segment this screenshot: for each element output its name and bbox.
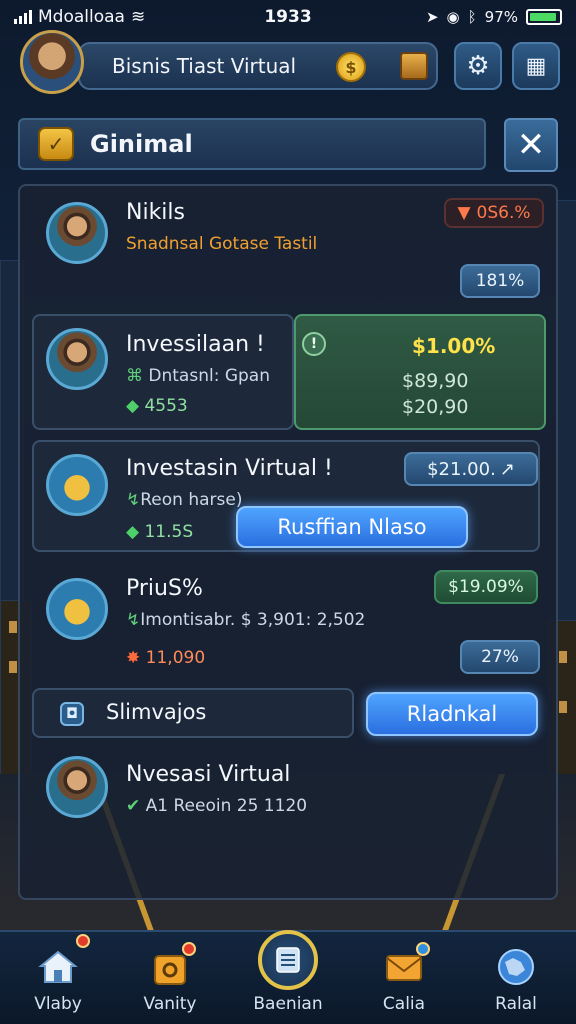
percent-value: 181% [475,271,525,291]
profit-rate: $1.00% [412,334,496,358]
nav-label: Vlaby [34,994,82,1014]
close-icon: ✕ [516,125,546,165]
profit-value-1: $89,90 [402,370,469,392]
row-title: Nikils [126,200,185,225]
battery-icon [526,9,562,25]
leaf-icon: ↯ [126,490,141,510]
change-badge: ▼ 0S6.% [444,198,544,228]
nav-label: Vanity [143,994,197,1014]
price-value: $21.00. [427,458,496,480]
info-icon: ! [302,332,326,356]
row-title: Investasin Virtual ! [126,456,333,481]
row-subtitle: ✔ A1 Reeoin 25 1120 [126,796,308,816]
check-icon: ✔ [126,796,146,816]
coins-avatar [46,454,108,516]
arrow-down-icon: ▼ [457,203,471,223]
nav-item-vanity[interactable]: Vanity [120,932,220,1024]
row-subtitle: ↯Reon harse) [126,490,243,510]
business-title: Bisnis Tiast Virtual [112,54,297,78]
row-title: Slimvajos [106,700,207,724]
nav-label: Baenian [253,994,323,1014]
document-icon [276,947,300,973]
trend-up-icon: ↗ [499,458,515,480]
menu-grid-button[interactable]: ▦ [512,42,560,90]
gem-icon: ◆ [126,522,145,542]
action-button[interactable]: Rusffian Nlaso [236,506,468,548]
percent-badge: 181% [460,264,540,298]
wifi-icon: ≋ [130,7,146,27]
alarm-icon: ◉ [446,8,460,26]
change-value: 0S6.% [476,203,531,223]
coin-icon[interactable]: $ [336,52,366,82]
nav-item-home[interactable]: Vlaby [8,932,108,1024]
gear-icon: ⚙ [466,51,490,81]
clock: 1933 [264,7,312,27]
notification-dot [182,942,196,956]
avatar [46,756,108,818]
globe-icon [498,949,534,985]
row-title: Nvesasi Virtual [126,762,291,787]
gem-icon: ◆ [126,396,145,416]
avatar [46,202,108,264]
nav-label: Ralal [495,994,537,1014]
price-button[interactable]: $21.00. ↗ [404,452,538,486]
coins-avatar [46,578,108,640]
row-subtitle: ↯Imontisabr. $ 3,901: 2,502 [126,610,366,630]
panel-title: Ginimal [90,130,193,158]
player-avatar[interactable] [20,30,84,94]
home-icon [38,950,78,983]
location-icon: ➤ [425,8,439,26]
bluetooth-icon: ᛒ [467,8,477,26]
signal-icon [14,10,32,24]
action-button[interactable]: Rladnkal [366,692,538,736]
notification-dot [76,934,90,948]
carrier-name: Mdoalloaa [38,7,125,27]
leaf-icon: ↯ [126,610,141,630]
status-bar: Mdoalloaa ≋ 1933 ➤ ◉ ᛒ 97% [0,0,576,34]
avatar [46,328,108,390]
panel-header: Ginimal [18,118,486,170]
nav-item-calia[interactable]: Calia [354,932,454,1024]
row-title: PriuS% [126,576,203,601]
shield-icon: ◘ [60,702,84,726]
row-subtitle: Snadnsal Gotase Tastil [126,234,318,254]
burst-icon: ✸ [126,648,146,668]
row-subtitle: ⌘ Dntasnl: Gpan [126,366,270,386]
nav-item-baenian[interactable] [258,930,318,990]
profit-value-2: $20,90 [402,396,469,418]
change-badge: $19.09% [434,570,538,604]
row-value: ◆ 11.5S [126,522,194,542]
chart-icon: ⌘ [126,366,149,386]
row-value: ✸ 11,090 [126,648,206,668]
row-value: ◆ 4553 [126,396,188,416]
notification-dot [416,942,430,956]
battery-percent: 97% [484,8,518,26]
check-badge-icon: ✓ [38,127,74,161]
percent-badge: 27% [460,640,540,674]
nav-label: Calia [382,994,426,1014]
grid-icon: ▦ [525,53,547,79]
business-title-bar[interactable]: Bisnis Tiast Virtual [78,42,438,90]
chest-icon[interactable] [400,52,428,80]
nav-item-ralal[interactable]: Ralal [466,932,566,1024]
close-button[interactable]: ✕ [504,118,558,172]
settings-button[interactable]: ⚙ [454,42,502,90]
row-title: Invessilaan ! [126,332,265,357]
